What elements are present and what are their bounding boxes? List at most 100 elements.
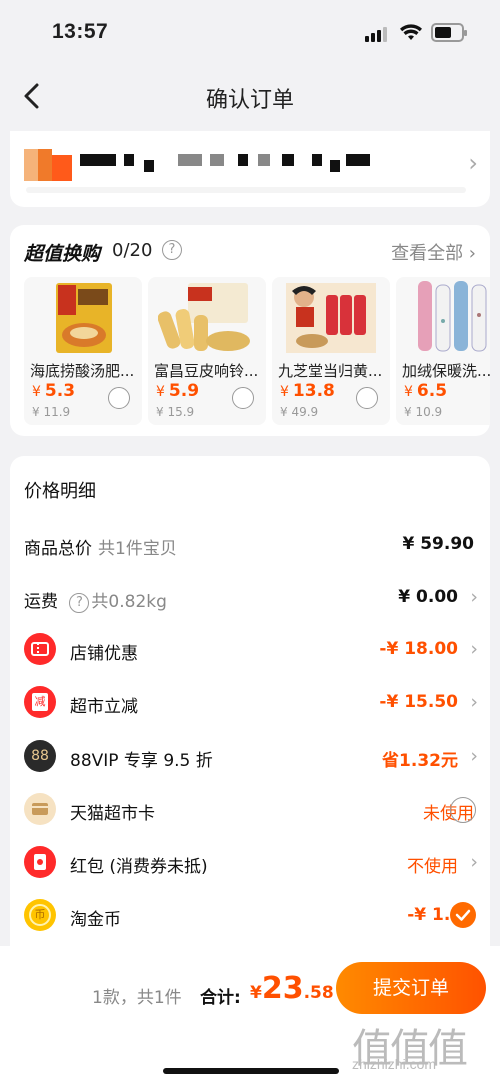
chevron-right-icon: › bbox=[470, 586, 478, 608]
product-old-price: ¥ 11.9 bbox=[32, 405, 71, 419]
shipping-sub: 共0.82kg bbox=[91, 592, 167, 612]
chevron-right-icon: › bbox=[470, 745, 478, 767]
view-all-link[interactable]: 查看全部 › bbox=[391, 239, 476, 265]
total-amount-dec: .58 bbox=[303, 983, 334, 1003]
vip-88-icon: 88 bbox=[24, 740, 56, 772]
product-price-value: 13.8 bbox=[292, 381, 335, 401]
submit-order-button[interactable]: 提交订单 bbox=[336, 962, 486, 1014]
total-currency: ¥ bbox=[250, 983, 262, 1003]
product-old-price: ¥ 49.9 bbox=[280, 405, 319, 419]
swap-product-card[interactable]: 海底捞酸汤肥... ¥5.3 ¥ 11.9 bbox=[24, 277, 142, 425]
product-select-radio[interactable] bbox=[108, 387, 130, 409]
product-name: 九芝堂当归黄... bbox=[278, 362, 383, 380]
row-store-discount[interactable]: 店铺优惠 -¥ 18.00 › bbox=[10, 631, 490, 675]
product-old-price: ¥ 10.9 bbox=[404, 405, 443, 419]
chevron-right-icon: › bbox=[470, 691, 478, 713]
address-redacted bbox=[80, 154, 370, 172]
product-price-value: 5.3 bbox=[44, 381, 76, 401]
swap-product-card[interactable]: 加绒保暖洗... ¥6.5 ¥ 10.9 bbox=[396, 277, 490, 425]
price-detail-section: 价格明细 商品总价 共1件宝贝 ¥ 59.90 运费 ? 共0.82kg ¥ 0.0… bbox=[10, 456, 490, 946]
currency-symbol: ¥ bbox=[32, 384, 41, 400]
reduce-icon: 减 bbox=[24, 686, 56, 718]
card-label: 天猫超市卡 bbox=[70, 804, 155, 824]
store-discount-label: 店铺优惠 bbox=[70, 644, 138, 664]
address-card[interactable]: › bbox=[10, 131, 490, 207]
nav-bar: 确认订单 bbox=[0, 62, 500, 130]
swap-product-card[interactable]: 富昌豆皮响铃... ¥5.9 ¥ 15.9 bbox=[148, 277, 266, 425]
hotpot-sauce-image bbox=[56, 283, 112, 353]
address-arrow-icon: › bbox=[468, 149, 478, 177]
gloves-image bbox=[418, 281, 487, 352]
product-old-price: ¥ 15.9 bbox=[156, 405, 195, 419]
product-name: 富昌豆皮响铃... bbox=[154, 362, 259, 380]
chevron-right-icon: › bbox=[470, 851, 478, 873]
status-time: 13:57 bbox=[52, 20, 109, 43]
product-price: ¥13.8 bbox=[280, 381, 335, 401]
row-88vip[interactable]: 88 88VIP 专享 9.5 折 省1.32元 › bbox=[10, 738, 490, 782]
shipping-value: ¥ 0.00 bbox=[398, 587, 458, 607]
red-packet-icon bbox=[24, 846, 56, 878]
location-icon bbox=[24, 149, 72, 181]
checkout-footer: 1款，共1件 合计: ¥23.58 提交订单 值值值 zhizhizhi.com bbox=[0, 946, 500, 1083]
product-name: 加绒保暖洗... bbox=[402, 362, 490, 380]
chevron-right-icon: › bbox=[470, 638, 478, 660]
row-red-packet[interactable]: 红包 (消费券未抵) 不使用 › bbox=[10, 844, 490, 888]
vip-88-glyph: 88 bbox=[31, 748, 49, 764]
row-market-discount[interactable]: 减 超市立减 -¥ 15.50 › bbox=[10, 684, 490, 728]
row-taojinbi[interactable]: 币 淘金币 -¥ 1.50 bbox=[10, 897, 490, 941]
swap-product-card[interactable]: 九芝堂当归黄... ¥13.8 ¥ 49.9 bbox=[272, 277, 390, 425]
status-bar: 13:57 bbox=[0, 0, 500, 62]
total-amount-int: 23 bbox=[261, 971, 304, 1006]
address-hint-bar bbox=[26, 187, 466, 193]
home-indicator[interactable] bbox=[163, 1068, 339, 1074]
coin-label: 淘金币 bbox=[70, 910, 121, 930]
coin-icon: 币 bbox=[24, 899, 56, 931]
help-icon[interactable]: ? bbox=[69, 593, 90, 613]
help-icon[interactable]: ? bbox=[162, 240, 182, 260]
item-count: 1款，共1件 bbox=[92, 988, 182, 1008]
red-packet-value: 不使用 bbox=[407, 857, 458, 877]
total-amount: ¥23.58 bbox=[250, 971, 334, 1006]
row-shipping[interactable]: 运费 ? 共0.82kg ¥ 0.00 › bbox=[10, 579, 490, 623]
swap-purchase-section: 超值换购 0/20 ? 查看全部 › 海底捞酸汤肥... ¥5.3 ¥ 11.9 bbox=[10, 225, 490, 436]
total-goods-value: ¥ 59.90 bbox=[402, 534, 474, 554]
coupon-icon bbox=[24, 633, 56, 665]
product-name: 海底捞酸汤肥... bbox=[30, 362, 135, 380]
coin-checked-radio[interactable] bbox=[450, 902, 476, 928]
row-total-goods: 商品总价 共1件宝贝 ¥ 59.90 bbox=[10, 526, 490, 570]
product-select-radio[interactable] bbox=[232, 387, 254, 409]
market-discount-value: -¥ 15.50 bbox=[379, 692, 458, 712]
battery-icon bbox=[431, 23, 467, 42]
check-icon bbox=[455, 909, 471, 921]
vip-value: 省1.32元 bbox=[382, 751, 458, 771]
product-price-value: 6.5 bbox=[416, 381, 448, 401]
watermark-url: zhizhizhi.com bbox=[352, 1056, 437, 1072]
product-price: ¥5.3 bbox=[32, 381, 75, 401]
product-price-value: 5.9 bbox=[168, 381, 200, 401]
swap-product-list: 海底捞酸汤肥... ¥5.3 ¥ 11.9 富昌豆皮响铃... ¥5.9 ¥ 1… bbox=[24, 277, 490, 425]
currency-symbol: ¥ bbox=[404, 384, 413, 400]
herbal-drink-image bbox=[286, 283, 376, 353]
price-detail-title: 价格明细 bbox=[24, 481, 96, 502]
market-discount-label: 超市立减 bbox=[70, 697, 138, 717]
shipping-label: 运费 bbox=[24, 592, 58, 612]
signal-icon bbox=[365, 26, 391, 42]
card-select-radio[interactable] bbox=[450, 797, 476, 823]
vip-label: 88VIP 专享 9.5 折 bbox=[70, 751, 213, 771]
swap-count: 0/20 bbox=[112, 240, 153, 261]
reduce-icon-glyph: 减 bbox=[32, 693, 48, 711]
wifi-icon bbox=[400, 24, 422, 40]
red-packet-label: 红包 (消费券未抵) bbox=[70, 857, 208, 877]
total-goods-sub: 共1件宝贝 bbox=[98, 539, 177, 559]
total-goods-label: 商品总价 bbox=[24, 539, 92, 559]
currency-symbol: ¥ bbox=[156, 384, 165, 400]
row-supermarket-card[interactable]: 天猫超市卡 未使用 bbox=[10, 791, 490, 835]
currency-symbol: ¥ bbox=[280, 384, 289, 400]
swap-title: 超值换购 bbox=[24, 243, 101, 265]
product-price: ¥6.5 bbox=[404, 381, 447, 401]
product-price: ¥5.9 bbox=[156, 381, 199, 401]
watermark: 值值值 zhizhizhi.com bbox=[352, 1016, 492, 1076]
tofu-skin-image bbox=[158, 283, 250, 351]
product-select-radio[interactable] bbox=[356, 387, 378, 409]
coin-icon-glyph: 币 bbox=[29, 904, 51, 926]
